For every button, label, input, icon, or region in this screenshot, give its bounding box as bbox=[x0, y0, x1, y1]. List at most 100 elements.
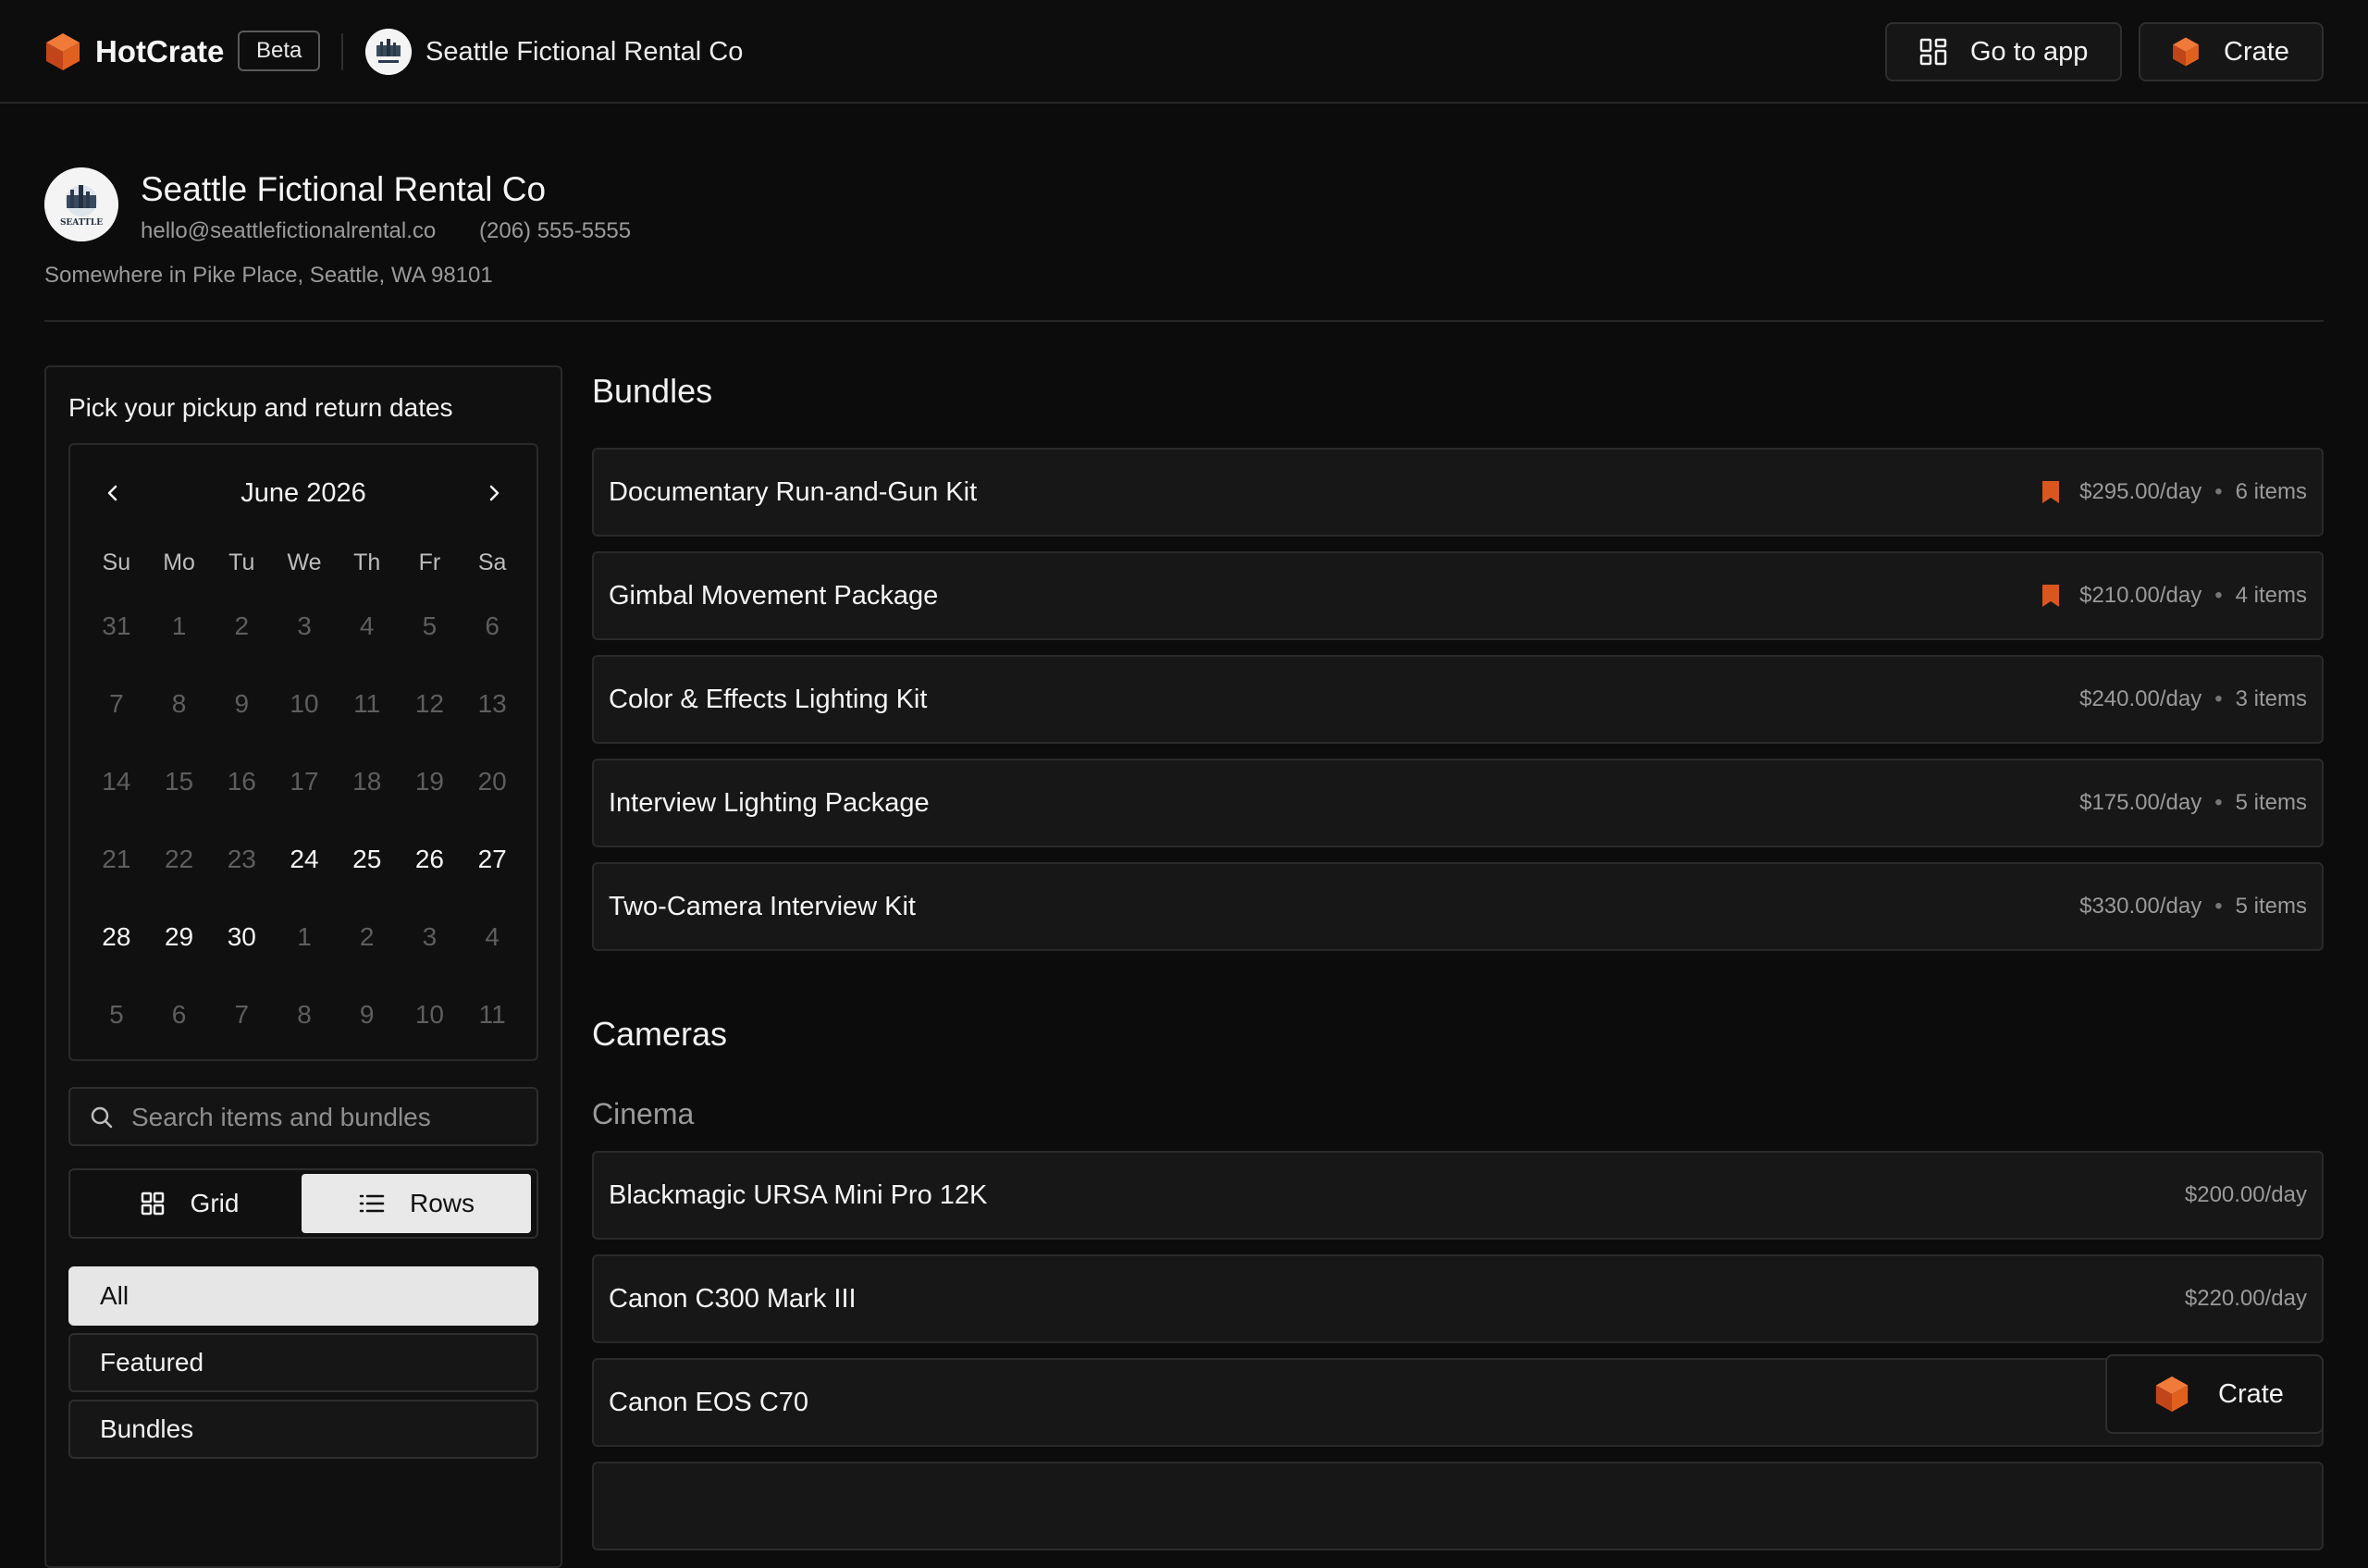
bundle-item-count: 6 items bbox=[2235, 479, 2307, 504]
weekday-label: Mo bbox=[163, 549, 195, 575]
weekday-label: Fr bbox=[418, 549, 441, 575]
seattle-logo-icon: SEATTLE bbox=[44, 167, 118, 241]
calendar-day: 18 bbox=[352, 767, 382, 796]
calendar-day[interactable]: 30 bbox=[210, 898, 273, 976]
bundle-item-count: 5 items bbox=[2235, 790, 2307, 815]
calendar-day: 22 bbox=[164, 845, 194, 873]
profile-phone[interactable]: (206) 555-5555 bbox=[479, 216, 631, 246]
calendar-month: June 2026 bbox=[240, 478, 366, 508]
calendar-day[interactable]: 27 bbox=[461, 821, 524, 898]
bundle-price: $175.00/day bbox=[2079, 790, 2202, 815]
calendar-day[interactable]: 29 bbox=[148, 898, 211, 976]
go-to-app-button[interactable]: Go to app bbox=[1885, 22, 2122, 81]
camera-meta: $200.00/day bbox=[2185, 1153, 2307, 1238]
crate-button[interactable]: Crate bbox=[2139, 22, 2324, 81]
filter-bundles[interactable]: Bundles bbox=[68, 1400, 538, 1459]
bundle-price: $330.00/day bbox=[2079, 894, 2202, 919]
sidebar: Pick your pickup and return dates June 2… bbox=[44, 365, 562, 1568]
camera-row[interactable]: Blackmagic URSA Mini Pro 12K $200.00/day bbox=[592, 1151, 2324, 1240]
camera-name: Canon C300 Mark III bbox=[609, 1284, 857, 1314]
profile-address: Somewhere in Pike Place, Seattle, WA 981… bbox=[44, 263, 493, 288]
bundle-meta: $295.00/day • 6 items bbox=[2041, 450, 2307, 535]
calendar-day: 1 bbox=[297, 922, 312, 951]
calendar-day: 1 bbox=[171, 611, 187, 640]
camera-price: $220.00/day bbox=[2184, 1286, 2307, 1311]
camera-row[interactable] bbox=[592, 1462, 2324, 1550]
calendar-day: 7 bbox=[234, 1000, 250, 1029]
date-picker-title: Pick your pickup and return dates bbox=[68, 393, 453, 422]
weekday-label: Th bbox=[353, 549, 381, 575]
cinema-subheading: Cinema bbox=[592, 1097, 695, 1130]
bundle-row[interactable]: Two-Camera Interview Kit $330.00/day • 5… bbox=[592, 862, 2324, 951]
calendar-day: 5 bbox=[422, 611, 438, 640]
calendar-day: 23 bbox=[227, 845, 256, 873]
calendar-day: 6 bbox=[485, 611, 500, 640]
calendar-day: 8 bbox=[297, 1000, 312, 1029]
profile-email[interactable]: hello@seattlefictionalrental.co bbox=[141, 216, 436, 246]
camera-price: $200.00/day bbox=[2184, 1182, 2307, 1207]
separator-dot: • bbox=[2214, 479, 2223, 504]
beta-badge: Beta bbox=[238, 31, 321, 71]
calendar-weekdays: Su Mo Tu We Th Fr Sa bbox=[85, 547, 524, 578]
bundle-item-count: 4 items bbox=[2235, 583, 2307, 608]
grid-view-button[interactable]: Grid bbox=[74, 1174, 303, 1233]
weekday-label: Su bbox=[102, 549, 131, 575]
calendar-day: 5 bbox=[109, 1000, 124, 1029]
weekday-label: We bbox=[287, 549, 322, 575]
floating-crate-button[interactable]: Crate bbox=[2105, 1354, 2324, 1434]
search-box bbox=[68, 1087, 538, 1146]
bundle-price: $240.00/day bbox=[2079, 686, 2202, 711]
bundle-price: $210.00/day bbox=[2079, 583, 2202, 608]
calendar-day: 3 bbox=[422, 922, 438, 951]
calendar-day: 9 bbox=[359, 1000, 375, 1029]
calendar-day: 2 bbox=[234, 611, 250, 640]
rows-view-button[interactable]: Rows bbox=[302, 1174, 531, 1233]
separator-dot: • bbox=[2214, 686, 2223, 711]
search-input[interactable] bbox=[130, 1089, 522, 1146]
header-company-name[interactable]: Seattle Fictional Rental Co bbox=[426, 33, 743, 70]
chevron-right-icon bbox=[489, 485, 500, 501]
separator-dot: • bbox=[2214, 894, 2223, 919]
calendar-day: 4 bbox=[359, 611, 375, 640]
bundle-meta: $240.00/day • 3 items bbox=[2079, 657, 2307, 742]
dashboard-grid-icon bbox=[1919, 38, 1947, 66]
cameras-heading: Cameras bbox=[592, 1015, 728, 1053]
crate-label: Crate bbox=[2224, 36, 2289, 67]
bundle-row[interactable]: Gimbal Movement Package $210.00/day • 4 … bbox=[592, 551, 2324, 640]
calendar-day: 14 bbox=[102, 767, 131, 796]
header-divider bbox=[341, 33, 343, 70]
calendar-days: 31 1 2 3 4 5 6 7 8 9 10 11 12 13 14 15 16 17 18 19 20 21 22 23 2… bbox=[85, 587, 524, 1054]
brand-name[interactable]: HotCrate bbox=[95, 31, 224, 72]
bundle-row[interactable]: Interview Lighting Package $175.00/day •… bbox=[592, 759, 2324, 847]
separator-dot: • bbox=[2214, 790, 2223, 815]
list-icon bbox=[359, 1194, 385, 1213]
next-month-button[interactable] bbox=[474, 473, 514, 513]
featured-bookmark-icon bbox=[2042, 481, 2060, 503]
calendar-day: 16 bbox=[227, 767, 256, 796]
bundle-row[interactable]: Documentary Run-and-Gun Kit $295.00/day … bbox=[592, 448, 2324, 537]
bundle-row[interactable]: Color & Effects Lighting Kit $240.00/day… bbox=[592, 655, 2324, 744]
calendar-day: 17 bbox=[290, 767, 319, 796]
calendar-day: 21 bbox=[102, 845, 131, 873]
profile-avatar: SEATTLE bbox=[44, 167, 118, 241]
calendar-day: 10 bbox=[414, 1000, 444, 1029]
calendar-day[interactable]: 25 bbox=[336, 821, 399, 898]
company-avatar bbox=[365, 29, 412, 75]
camera-row[interactable]: Canon EOS C70 bbox=[592, 1358, 2324, 1447]
filter-featured[interactable]: Featured bbox=[68, 1333, 538, 1392]
calendar-day[interactable]: 26 bbox=[399, 821, 462, 898]
bundle-price: $295.00/day bbox=[2079, 479, 2202, 504]
calendar-day[interactable]: 24 bbox=[273, 821, 336, 898]
calendar-day: 11 bbox=[353, 689, 381, 718]
calendar-day: 11 bbox=[478, 1000, 506, 1029]
weekday-label: Sa bbox=[477, 549, 507, 575]
filter-all[interactable]: All bbox=[68, 1266, 538, 1326]
bundle-name: Color & Effects Lighting Kit bbox=[609, 685, 928, 714]
bundle-name: Two-Camera Interview Kit bbox=[609, 892, 916, 921]
grid-icon bbox=[141, 1191, 164, 1216]
camera-row[interactable]: Canon C300 Mark III $220.00/day bbox=[592, 1254, 2324, 1343]
weekday-label: Tu bbox=[228, 549, 255, 575]
hotcrate-logo-icon bbox=[46, 33, 80, 70]
calendar-day[interactable]: 28 bbox=[85, 898, 148, 976]
calendar-day: 12 bbox=[414, 689, 444, 718]
